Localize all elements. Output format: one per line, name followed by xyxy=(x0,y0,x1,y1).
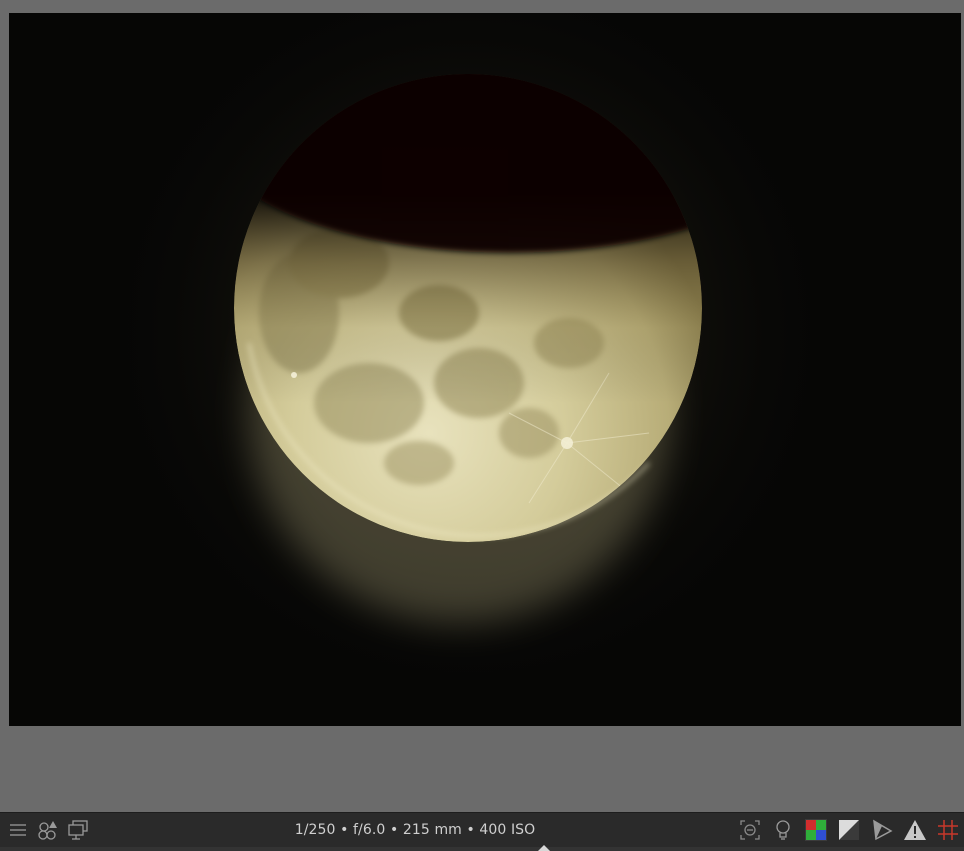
image-viewport xyxy=(0,0,964,812)
photo-canvas[interactable] xyxy=(9,13,961,726)
lightbulb-icon[interactable] xyxy=(770,817,796,843)
softproof-icon[interactable] xyxy=(836,817,862,843)
exif-info: 1/250 • f/6.0 • 215 mm • 400 ISO xyxy=(294,822,536,838)
filmstrip-edge xyxy=(0,847,964,851)
warning-icon[interactable] xyxy=(902,817,928,843)
guides-grid-icon[interactable] xyxy=(935,817,961,843)
moon-photo xyxy=(9,13,961,726)
gamut-check-icon[interactable] xyxy=(869,817,895,843)
color-assessment-icon[interactable] xyxy=(803,817,829,843)
right-toolbar xyxy=(737,817,961,843)
focus-peaking-icon[interactable] xyxy=(737,817,763,843)
filmstrip-toggle[interactable] xyxy=(538,845,550,851)
status-bar: 1/250 • f/6.0 • 215 mm • 400 ISO xyxy=(0,812,964,851)
